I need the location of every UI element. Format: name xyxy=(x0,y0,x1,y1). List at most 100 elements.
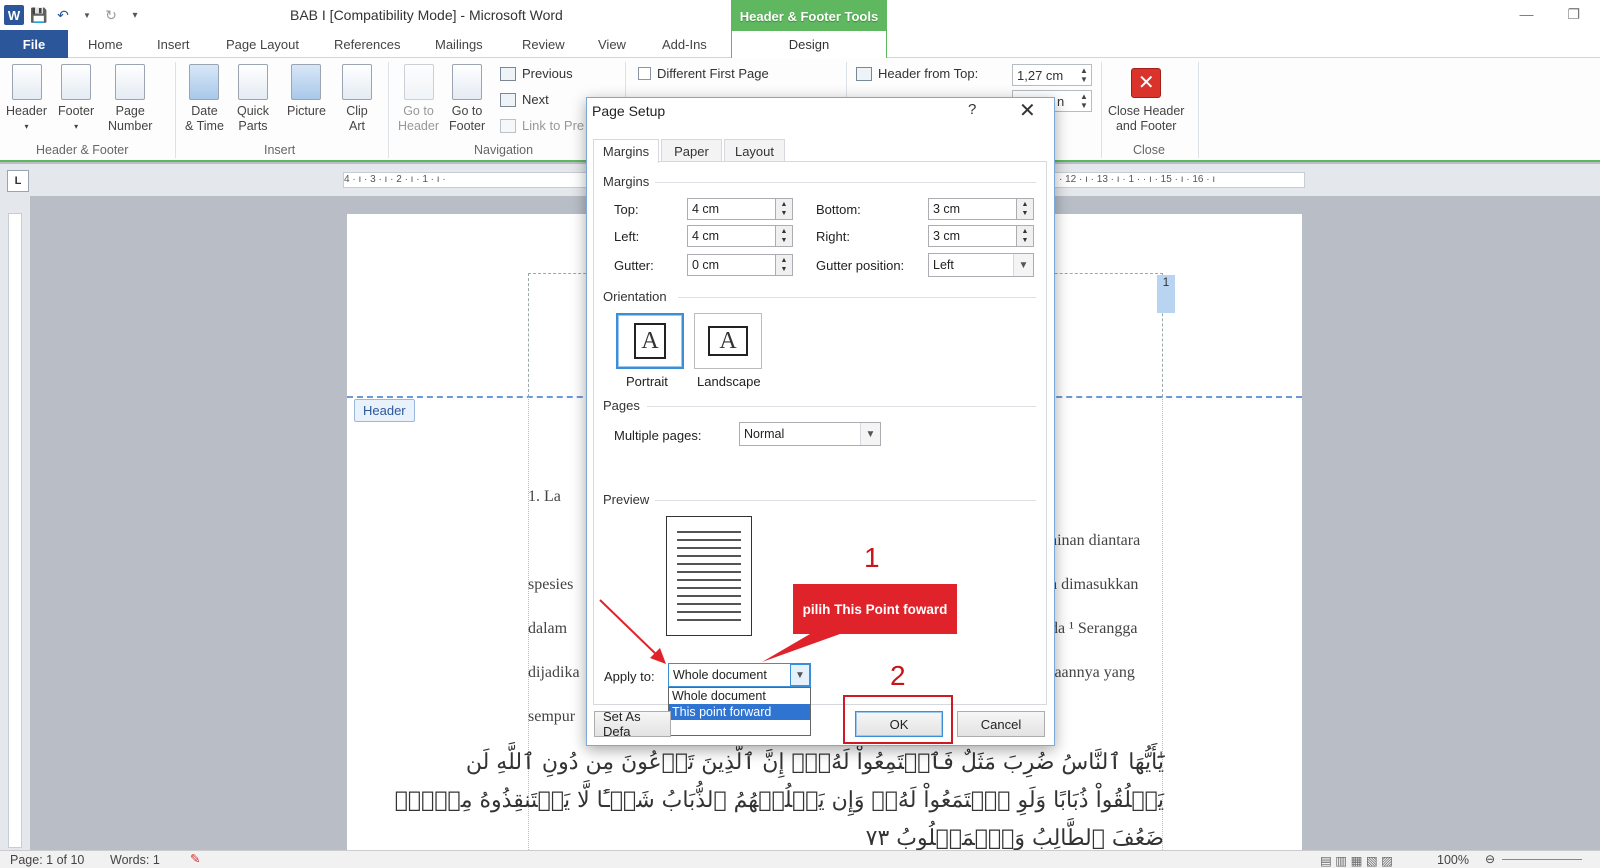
tab-design[interactable]: Design xyxy=(731,30,887,58)
apply-to-select[interactable]: Whole document ▼ xyxy=(668,663,811,687)
page-count[interactable]: Page: 1 of 10 xyxy=(10,853,84,867)
status-bar: Page: 1 of 10 Words: 1 ✎ ▤ ▥ ▦ ▧ ▨ 100% … xyxy=(0,850,1600,868)
left-margin-input[interactable]: 4 cm ▲ ▼ xyxy=(687,225,793,247)
minimize-icon[interactable]: — xyxy=(1519,6,1533,23)
redo-icon[interactable]: ↻ xyxy=(102,6,120,24)
spinner-arrows-icon[interactable]: ▲ ▼ xyxy=(1016,198,1034,220)
customize-qat-icon[interactable]: ▾ xyxy=(126,6,144,24)
text-fragment-left: dijadika xyxy=(528,664,580,681)
previous-icon xyxy=(500,66,516,81)
spinner-arrows-icon[interactable]: ▲ ▼ xyxy=(1077,91,1091,111)
right-margin-input[interactable]: 3 cm ▲ ▼ xyxy=(928,225,1034,247)
tab-add-ins[interactable]: Add-Ins xyxy=(662,30,707,58)
close-header-footer-button[interactable]: ✕ Close Header and Footer xyxy=(1108,68,1184,134)
tab-references[interactable]: References xyxy=(334,30,400,58)
header-from-top-label: Header from Top: xyxy=(856,66,978,81)
cancel-button[interactable]: Cancel xyxy=(957,711,1045,737)
step-1-number: 1 xyxy=(864,542,880,573)
header-button[interactable]: Header ▾ xyxy=(6,64,47,134)
set-as-default-button[interactable]: Set As Defa xyxy=(594,711,671,737)
footer-button[interactable]: Footer ▾ xyxy=(58,64,94,134)
save-icon[interactable]: 💾 xyxy=(30,6,48,24)
undo-dropdown-icon[interactable]: ▼ xyxy=(78,6,96,24)
group-separator xyxy=(1198,62,1199,158)
zoom-level[interactable]: 100% xyxy=(1437,853,1469,867)
gutter-position-select[interactable]: Left ▼ xyxy=(928,253,1034,277)
option-whole-document[interactable]: Whole document xyxy=(669,688,810,704)
spinner-arrows-icon[interactable]: ▲ ▼ xyxy=(775,198,793,220)
checkbox-icon xyxy=(638,67,651,80)
group-label-header-footer: Header & Footer xyxy=(36,143,129,157)
option-this-point-forward[interactable]: This point forward xyxy=(669,704,810,720)
bottom-margin-input[interactable]: 3 cm ▲ ▼ xyxy=(928,198,1034,220)
gutter-input[interactable]: 0 cm ▲ ▼ xyxy=(687,254,793,276)
view-buttons-icon[interactable]: ▤ ▥ ▦ ▧ ▨ xyxy=(1320,853,1393,868)
text-fragment-right: a dimasukkan xyxy=(1050,576,1139,593)
top-label: Top: xyxy=(614,202,639,217)
portrait-label: Portrait xyxy=(626,374,668,389)
tab-view[interactable]: View xyxy=(598,30,626,58)
tab-file[interactable]: File xyxy=(0,30,68,58)
header-icon xyxy=(11,64,42,100)
tab-insert[interactable]: Insert xyxy=(157,30,190,58)
header-footer-tools-context: Header & Footer Tools xyxy=(731,0,887,32)
close-icon[interactable]: ✕ xyxy=(1019,98,1036,123)
tab-paper[interactable]: Paper xyxy=(661,139,722,162)
multiple-pages-select[interactable]: Normal ▼ xyxy=(739,422,881,446)
zoom-slider[interactable] xyxy=(1502,859,1582,860)
page-number-button[interactable]: Page Number xyxy=(108,64,152,134)
clip-art-button[interactable]: Clip Art xyxy=(342,64,372,134)
calendar-icon xyxy=(189,64,220,100)
tab-review[interactable]: Review xyxy=(522,30,565,58)
word-count[interactable]: Words: 1 xyxy=(110,853,160,867)
footer-icon xyxy=(61,64,92,100)
section-divider xyxy=(655,500,1036,501)
chevron-down-icon[interactable]: ▼ xyxy=(860,423,880,445)
tab-page-layout[interactable]: Page Layout xyxy=(226,30,299,58)
tab-mailings[interactable]: Mailings xyxy=(435,30,483,58)
previous-button[interactable]: Previous xyxy=(500,66,573,81)
section-preview: Preview xyxy=(603,492,650,507)
vertical-ruler[interactable] xyxy=(8,213,22,848)
window-title: BAB I [Compatibility Mode] - Microsoft W… xyxy=(290,7,563,23)
portrait-option[interactable]: A xyxy=(616,313,684,369)
window-controls: — ❐ xyxy=(1519,6,1580,23)
quick-parts-button[interactable]: Quick Parts xyxy=(237,64,269,134)
word-logo-icon[interactable]: W xyxy=(4,5,24,25)
tab-selector[interactable]: L xyxy=(7,170,29,192)
tab-home[interactable]: Home xyxy=(88,30,123,58)
spinner-arrows-icon[interactable]: ▲ ▼ xyxy=(1016,225,1034,247)
group-label-insert: Insert xyxy=(264,143,296,157)
undo-icon[interactable]: ↶ xyxy=(54,6,72,24)
next-icon xyxy=(500,92,516,107)
restore-icon[interactable]: ❐ xyxy=(1567,6,1580,23)
arabic-verse-line: يَخۡلُقُواْ ذُبَابًا وَلَوِ ٱجۡتَمَعُواْ… xyxy=(394,788,1164,813)
different-first-page-checkbox[interactable]: Different First Page xyxy=(638,66,769,81)
link-to-previous-button[interactable]: Link to Pre xyxy=(500,118,584,133)
tab-layout[interactable]: Layout xyxy=(724,139,785,162)
text-fragment-left: dalam xyxy=(528,620,568,637)
proofing-icon[interactable]: ✎ xyxy=(190,851,200,866)
heading-fragment: 1. La xyxy=(528,488,561,505)
text-fragment-left: sempur xyxy=(528,708,576,725)
picture-button[interactable]: Picture xyxy=(287,64,326,119)
landscape-option[interactable]: A xyxy=(694,313,762,369)
spinner-arrows-icon[interactable]: ▲ ▼ xyxy=(775,254,793,276)
tab-margins[interactable]: Margins xyxy=(593,139,659,163)
chevron-down-icon[interactable]: ▼ xyxy=(790,664,810,686)
help-icon[interactable]: ? xyxy=(968,101,976,118)
go-to-header-icon xyxy=(403,64,434,100)
chevron-down-icon[interactable]: ▼ xyxy=(1013,254,1033,276)
next-button[interactable]: Next xyxy=(500,92,549,107)
header-from-top-input[interactable]: 1,27 cm ▲ ▼ xyxy=(1012,64,1092,86)
section-pages: Pages xyxy=(603,398,640,413)
spinner-arrows-icon[interactable]: ▲ ▼ xyxy=(1077,65,1091,85)
date-time-button[interactable]: Date & Time xyxy=(185,64,224,134)
text-fragment-right: da ¹ Serangga xyxy=(1050,620,1138,637)
go-to-footer-button[interactable]: Go to Footer xyxy=(449,64,485,134)
page-number-field[interactable]: 1 xyxy=(1157,275,1175,313)
zoom-out-icon[interactable]: ⊖ xyxy=(1485,852,1495,866)
spinner-arrows-icon[interactable]: ▲ ▼ xyxy=(775,225,793,247)
top-margin-input[interactable]: 4 cm ▲ ▼ xyxy=(687,198,793,220)
go-to-header-button[interactable]: Go to Header xyxy=(398,64,439,134)
